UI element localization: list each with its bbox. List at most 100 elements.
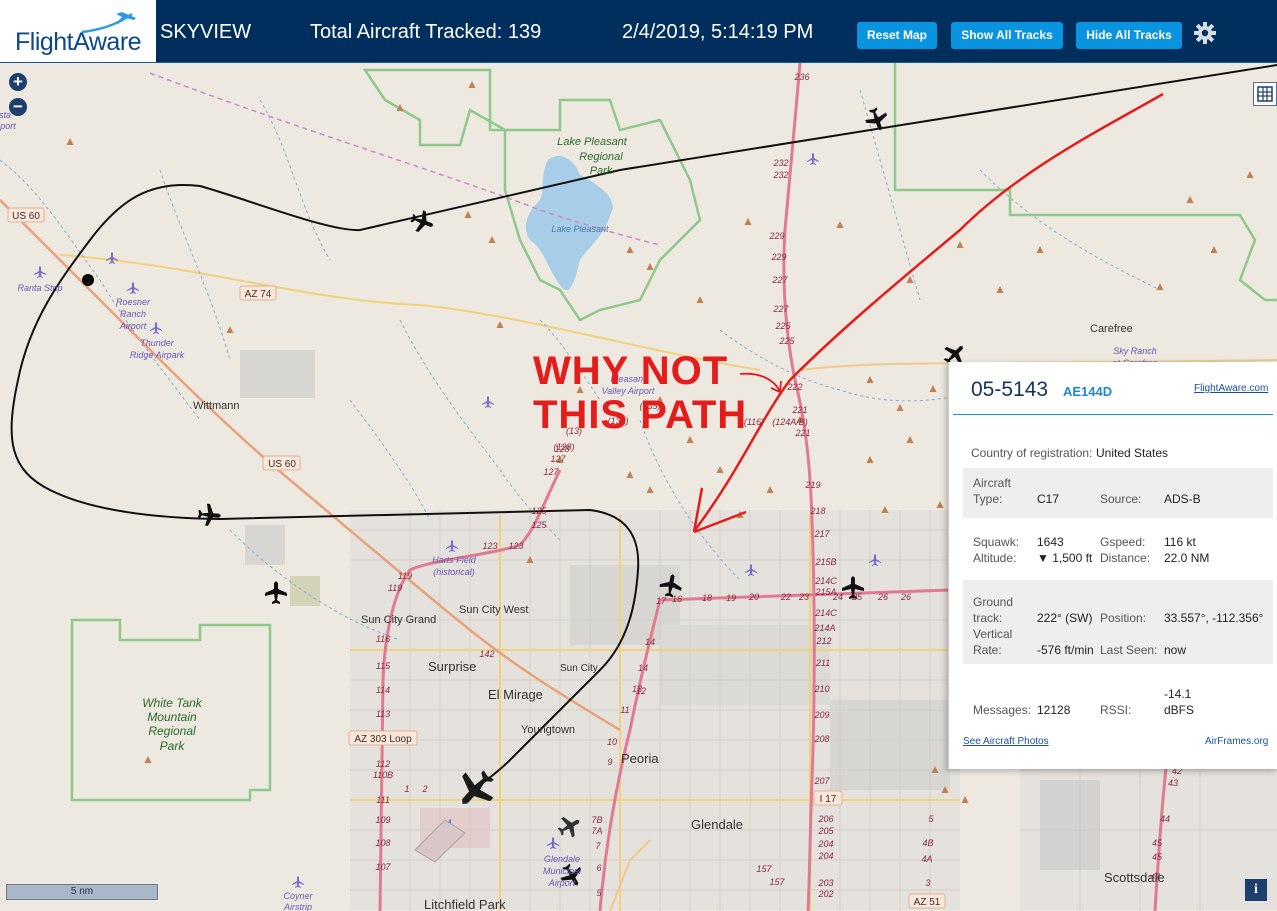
svg-text:221: 221 bbox=[791, 405, 807, 415]
country-label: Country of registration: bbox=[971, 446, 1093, 460]
annotation-line-2: THIS PATH bbox=[533, 393, 748, 437]
svg-text:White Tank: White Tank bbox=[142, 696, 203, 710]
svg-text:Ridge Airpark: Ridge Airpark bbox=[130, 350, 185, 360]
svg-text:19: 19 bbox=[726, 593, 736, 603]
logo-text: FlightAware bbox=[15, 28, 142, 56]
track-start-dot bbox=[82, 274, 94, 286]
svg-text:205: 205 bbox=[817, 826, 834, 836]
svg-text:Ranch: Ranch bbox=[120, 309, 146, 319]
svg-text:203: 203 bbox=[817, 878, 833, 888]
position-label: Position: bbox=[1100, 611, 1147, 625]
svg-text:119: 119 bbox=[388, 583, 402, 593]
svg-text:2: 2 bbox=[421, 784, 427, 794]
svg-text:11: 11 bbox=[620, 705, 629, 715]
grid-icon bbox=[1257, 86, 1273, 102]
svg-text:18: 18 bbox=[702, 593, 712, 603]
see-aircraft-photos-link[interactable]: See Aircraft Photos bbox=[963, 736, 1049, 747]
ground-track-label: Ground bbox=[973, 595, 1014, 609]
svg-text:7A: 7A bbox=[591, 826, 602, 836]
gspeed-label: Gspeed: bbox=[1100, 535, 1146, 549]
layers-button[interactable] bbox=[1253, 82, 1277, 106]
svg-text:4A: 4A bbox=[921, 854, 932, 864]
svg-text:214C: 214C bbox=[814, 608, 837, 618]
messages-value: 12128 bbox=[1037, 703, 1071, 717]
svg-text:4B: 4B bbox=[922, 838, 933, 848]
info-button[interactable]: i bbox=[1245, 879, 1267, 901]
rssi-unit: dBFS bbox=[1164, 703, 1195, 717]
svg-text:10: 10 bbox=[607, 737, 617, 747]
source-label: Source: bbox=[1100, 492, 1142, 506]
rssi-value: -14.1 bbox=[1164, 687, 1192, 701]
svg-text:(124A/B): (124A/B) bbox=[772, 417, 808, 427]
svg-text:47: 47 bbox=[1150, 872, 1161, 882]
svg-text:119: 119 bbox=[398, 571, 412, 581]
svg-text:Lake Pleasant: Lake Pleasant bbox=[551, 224, 609, 234]
svg-text:14: 14 bbox=[645, 637, 655, 647]
zoom-out-button[interactable]: − bbox=[9, 98, 27, 116]
svg-text:Litchfield Park: Litchfield Park bbox=[424, 897, 506, 911]
svg-text:219: 219 bbox=[804, 480, 820, 490]
svg-text:16: 16 bbox=[672, 594, 682, 604]
svg-text:port: port bbox=[0, 121, 16, 131]
svg-text:Sun City West: Sun City West bbox=[459, 604, 529, 616]
app-title: SKYVIEW bbox=[160, 21, 252, 43]
svg-text:43: 43 bbox=[1168, 778, 1178, 788]
svg-text:20: 20 bbox=[748, 592, 759, 602]
svg-text:Airport: Airport bbox=[548, 878, 576, 888]
svg-text:44: 44 bbox=[1160, 814, 1170, 824]
svg-text:204: 204 bbox=[817, 839, 833, 849]
svg-text:I 17: I 17 bbox=[820, 794, 837, 805]
svg-text:Sky Ranch: Sky Ranch bbox=[1113, 346, 1157, 356]
svg-text:Peoria: Peoria bbox=[621, 751, 659, 766]
svg-text:204: 204 bbox=[817, 851, 833, 861]
svg-text:7B: 7B bbox=[591, 815, 602, 825]
svg-text:232: 232 bbox=[772, 170, 788, 180]
svg-text:123: 123 bbox=[482, 541, 497, 551]
flightaware-logo[interactable]: FlightAware bbox=[0, 0, 156, 62]
ground-track-value: 222° (SW) bbox=[1037, 611, 1093, 625]
svg-text:225: 225 bbox=[774, 321, 791, 331]
svg-text:210: 210 bbox=[813, 684, 829, 694]
svg-text:123: 123 bbox=[508, 541, 523, 551]
svg-text:127: 127 bbox=[543, 467, 559, 477]
gear-icon[interactable] bbox=[1193, 21, 1217, 45]
svg-text:9: 9 bbox=[607, 757, 612, 767]
svg-text:Airport: Airport bbox=[119, 321, 147, 331]
reset-map-button[interactable]: Reset Map bbox=[857, 22, 937, 49]
svg-text:(historical): (historical) bbox=[433, 567, 475, 577]
svg-text:114: 114 bbox=[376, 685, 390, 695]
aircraft-type-label-2: Type: bbox=[973, 492, 1003, 506]
svg-text:229: 229 bbox=[770, 252, 786, 262]
svg-text:(128): (128) bbox=[553, 442, 574, 452]
country-value: United States bbox=[1096, 446, 1169, 460]
aircraft-type-value: C17 bbox=[1037, 492, 1060, 506]
datetime: 2/4/2019, 5:14:19 PM bbox=[622, 21, 814, 43]
messages-label: Messages: bbox=[973, 703, 1032, 717]
airframes-link[interactable]: AirFrames.org bbox=[1205, 736, 1268, 747]
svg-text:110B: 110B bbox=[373, 770, 393, 780]
svg-text:Coyner: Coyner bbox=[283, 891, 313, 901]
last-seen-value: now bbox=[1164, 643, 1187, 657]
svg-text:209: 209 bbox=[813, 710, 829, 720]
svg-text:111: 111 bbox=[376, 795, 390, 805]
svg-text:Regional: Regional bbox=[148, 724, 196, 738]
svg-text:23: 23 bbox=[798, 592, 809, 602]
hide-all-tracks-button[interactable]: Hide All Tracks bbox=[1076, 22, 1182, 49]
zoom-in-button[interactable]: + bbox=[9, 73, 27, 91]
svg-text:212: 212 bbox=[815, 636, 831, 646]
distance-label: Distance: bbox=[1100, 551, 1151, 565]
squawk-value: 1643 bbox=[1037, 535, 1064, 549]
svg-text:109: 109 bbox=[375, 815, 390, 825]
vertical-rate-value: -576 ft/min bbox=[1037, 643, 1094, 657]
flightaware-link[interactable]: FlightAware.com bbox=[1194, 383, 1268, 394]
svg-text:14: 14 bbox=[638, 663, 648, 673]
svg-text:6: 6 bbox=[596, 863, 601, 873]
svg-text:218: 218 bbox=[809, 506, 825, 516]
show-all-tracks-button[interactable]: Show All Tracks bbox=[951, 22, 1063, 49]
svg-text:22: 22 bbox=[780, 592, 791, 602]
svg-text:3: 3 bbox=[925, 878, 930, 888]
svg-text:AZ 74: AZ 74 bbox=[245, 289, 272, 300]
svg-text:116: 116 bbox=[376, 634, 390, 644]
vertical-rate-label-2: Rate: bbox=[973, 643, 1002, 657]
svg-text:221: 221 bbox=[794, 428, 810, 438]
